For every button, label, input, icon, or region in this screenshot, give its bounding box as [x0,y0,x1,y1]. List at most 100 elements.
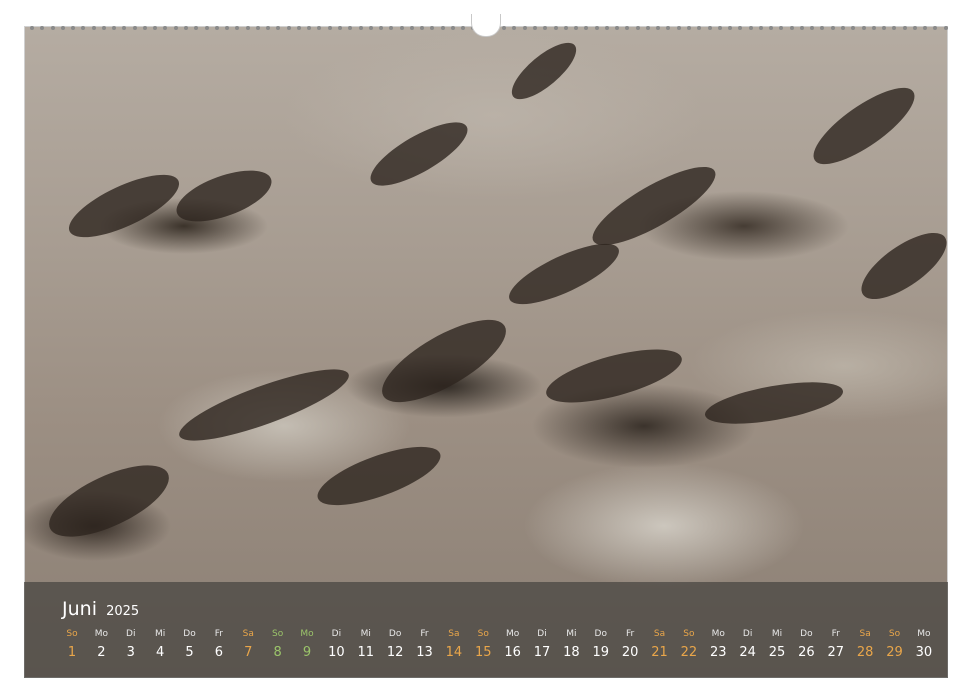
binding-loop [943,26,948,30]
binding-loop [440,26,445,30]
day-cell: Fr 27 [822,628,850,660]
day-number: 15 [474,645,492,660]
binding-loop [266,26,271,30]
weekday-label: Fr [420,629,429,639]
weekday-label: Mi [771,629,783,639]
day-row: So 1 Mo 2 Di 3 Mi 4 Do 5 Fr 6 Sa 7 So 8 Mo 9 Di 10 Mi 11 Do 12 F… [58,628,938,660]
weekday-label: Sa [242,629,254,639]
day-number: 22 [680,645,698,660]
binding-loop [450,26,455,30]
day-number: 6 [214,645,224,660]
binding-loop [522,26,527,30]
day-cell: So 29 [881,628,909,660]
binding-loop [153,26,158,30]
binding-loop [163,26,168,30]
binding-loop [286,26,291,30]
weekday-label: Mi [360,629,371,639]
binding-loop [132,26,137,30]
binding-loop [204,26,209,30]
day-cell: Mi 18 [557,628,585,660]
binding-loop [748,26,753,30]
binding-loop [307,26,312,30]
binding-loop [420,26,425,30]
weekday-label: Di [126,629,136,639]
binding-loop [553,26,558,30]
binding-loop [861,26,866,30]
binding-loop [296,26,301,30]
day-number: 26 [798,645,815,660]
day-cell: Sa 14 [440,628,468,660]
day-number: 30 [915,645,933,660]
day-number: 23 [709,645,727,660]
day-cell: So 1 [58,628,86,660]
binding-loop [91,26,96,30]
binding-loop [50,26,55,30]
month-name: Juni [62,598,97,620]
day-number: 1 [67,645,77,660]
binding-loop [379,26,384,30]
weekday-label: Fr [214,629,223,639]
weekday-label: Mo [300,629,314,639]
binding-loop [214,26,219,30]
day-cell: Do 5 [176,628,204,660]
binding-loop [902,26,907,30]
binding-loop [183,26,188,30]
binding-loop [769,26,774,30]
binding-loop [512,26,517,30]
binding-loop [789,26,794,30]
binding-loop [687,26,691,30]
weekday-label: Mi [566,629,577,639]
day-number: 17 [533,645,551,660]
day-number: 7 [244,645,253,660]
binding-loop [81,26,86,30]
binding-loop [60,26,65,30]
day-cell: Do 12 [381,628,409,660]
day-number: 25 [768,645,786,660]
day-cell: Mo 16 [499,628,527,660]
binding-loop [625,26,630,30]
binding-loop [225,26,230,30]
weekday-label: So [66,629,78,639]
binding-loop [563,26,568,30]
weekday-label: Do [388,629,402,639]
year-label: 2025 [106,604,140,619]
binding-loop [615,26,620,30]
binding-loop [656,26,661,30]
calendar-strip: Juni 2025 So 1 Mo 2 Di 3 Mi 4 Do 5 Fr 6 Sa 7 So 8 Mo 9 Di 1… [24,582,948,678]
day-number: 18 [563,645,580,660]
day-number: 16 [504,645,521,660]
binding-loop [40,26,45,30]
binding-loop [409,26,414,30]
binding-loop [327,26,332,30]
binding-loop [574,26,579,30]
day-cell: Mi 4 [146,628,174,660]
weekday-label: Mi [154,629,166,639]
day-cell: Mi 25 [763,628,791,660]
month-title: Juni 2025 [62,598,139,620]
wild-horses-photo [24,26,948,678]
weekday-label: Sa [653,629,666,639]
day-cell: Di 3 [117,628,145,660]
binding-loop [255,26,260,30]
day-cell: Do 19 [587,628,615,660]
binding-loop [676,26,681,30]
day-number: 27 [827,645,845,660]
weekday-label: Mo [711,629,725,639]
binding-loop [71,26,76,30]
binding-loop [923,26,928,30]
binding-loop [799,26,804,30]
binding-loop [871,26,876,30]
day-number: 21 [651,645,668,660]
day-number: 19 [592,645,610,660]
day-cell: Sa 21 [646,628,674,660]
day-number: 28 [856,645,874,660]
binding-loop [779,26,784,30]
binding-loop [882,26,887,30]
day-cell: Mo 2 [87,628,115,660]
day-cell: Sa 28 [851,628,879,660]
day-number: 10 [328,645,345,660]
binding-loop [142,26,147,30]
binding-loop [758,26,763,30]
day-cell: So 8 [264,628,292,660]
weekday-label: Di [742,629,753,639]
